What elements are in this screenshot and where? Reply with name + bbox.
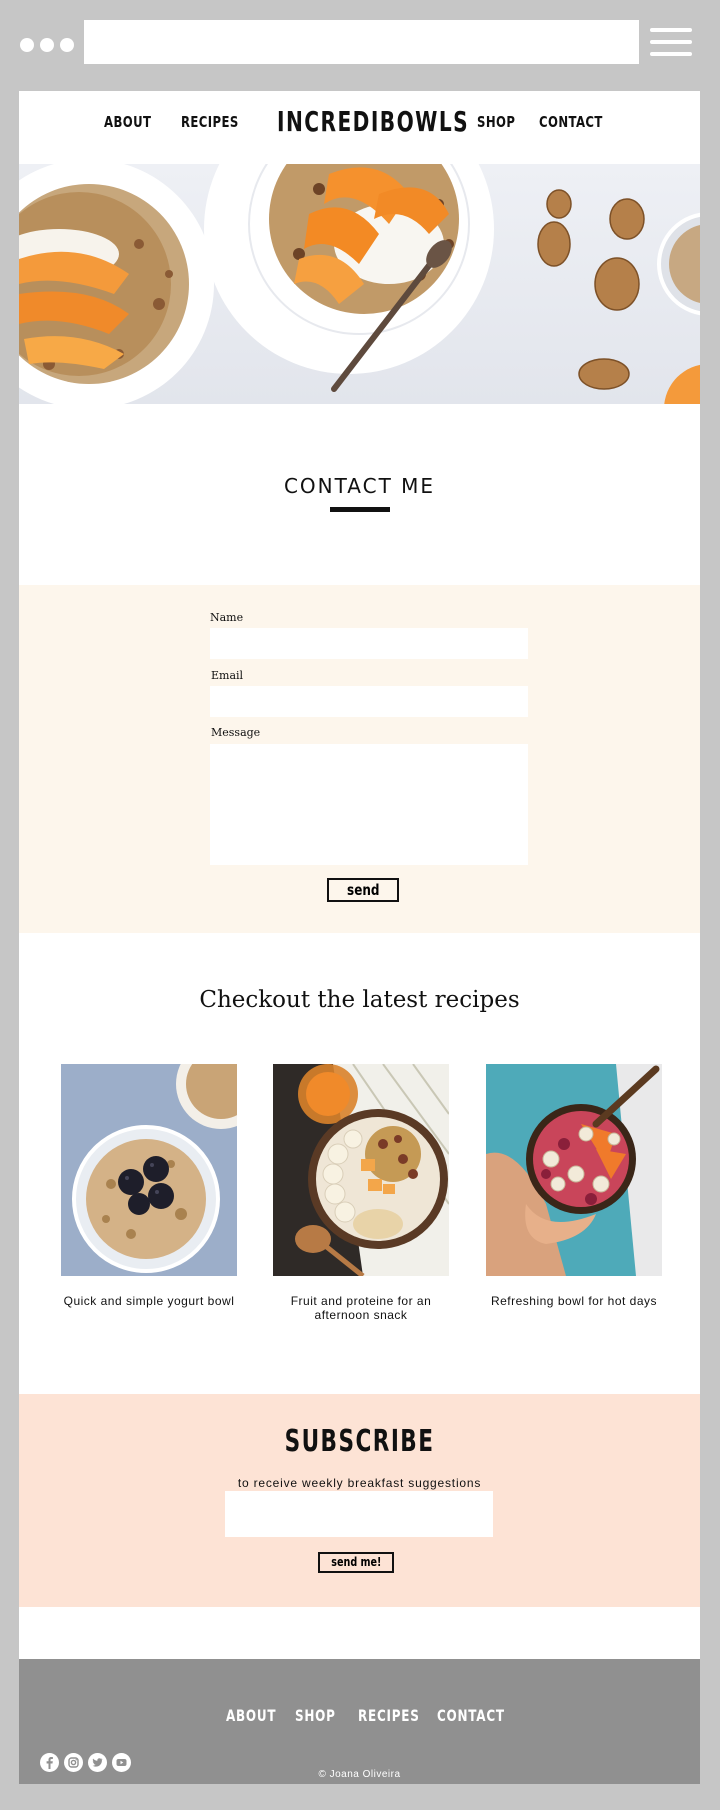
recipe-card[interactable]: Refreshing bowl for hot days [486, 1064, 662, 1308]
subscribe-title: SUBSCRIBE [284, 1424, 435, 1459]
recipe-card[interactable]: Fruit and proteine for an afternoon snac… [273, 1064, 449, 1322]
menu-icon[interactable] [650, 28, 692, 56]
window-controls [20, 38, 74, 52]
footer-about-link[interactable]: ABOUT [226, 1706, 276, 1725]
web-page: ABOUT RECIPES INCREDIBOWLS SHOP CONTACT [19, 91, 700, 1784]
recipe-caption[interactable]: Refreshing bowl for hot days [486, 1294, 662, 1308]
subscribe-section: SUBSCRIBE to receive weekly breakfast su… [19, 1394, 700, 1607]
footer-recipes-link[interactable]: RECIPES [358, 1706, 420, 1725]
recipe-card[interactable]: Quick and simple yogurt bowl [61, 1064, 237, 1308]
window-dot-icon[interactable] [60, 38, 74, 52]
nav-recipes-link[interactable]: RECIPES [181, 113, 239, 131]
window-dot-icon[interactable] [20, 38, 34, 52]
subscribe-button[interactable]: send me! [318, 1552, 394, 1573]
latest-recipes-title: Checkout the latest recipes [199, 987, 520, 1013]
send-button[interactable]: send [327, 878, 399, 902]
footer-contact-link[interactable]: CONTACT [437, 1706, 505, 1725]
nav-shop-link[interactable]: SHOP [477, 113, 515, 131]
subscribe-email-field[interactable] [225, 1491, 493, 1537]
message-field[interactable] [210, 744, 528, 865]
footer: ABOUT SHOP RECIPES CONTACT © Joana Olive… [19, 1659, 700, 1784]
contact-form: Name Email Message send [19, 585, 700, 933]
email-label: Email [211, 669, 244, 682]
fruit-bowl-photo-icon[interactable] [273, 1064, 449, 1276]
message-label: Message [211, 726, 261, 739]
smoothie-bowl-photo-icon[interactable] [486, 1064, 662, 1276]
subscribe-button-label: send me! [330, 1555, 382, 1569]
name-field[interactable] [210, 628, 528, 659]
granola-bowls-photo-icon [19, 164, 700, 404]
copyright-text: © Joana Oliveira [318, 1769, 401, 1780]
nav-about-link[interactable]: ABOUT [104, 113, 151, 131]
send-button-label: send [346, 881, 380, 899]
hero-image [19, 164, 700, 404]
brand-logo[interactable]: INCREDIBOWLS [277, 105, 469, 138]
contact-title: CONTACT ME [283, 474, 436, 498]
window-dot-icon[interactable] [40, 38, 54, 52]
navbar: ABOUT RECIPES INCREDIBOWLS SHOP CONTACT [19, 91, 700, 164]
recipe-caption[interactable]: Quick and simple yogurt bowl [61, 1294, 237, 1308]
subscribe-text: to receive weekly breakfast suggestions [237, 1476, 482, 1490]
footer-shop-link[interactable]: SHOP [295, 1706, 336, 1725]
name-label: Name [210, 611, 244, 624]
nav-contact-link[interactable]: CONTACT [539, 113, 603, 131]
address-bar[interactable] [84, 20, 639, 64]
recipe-caption[interactable]: Fruit and proteine for an afternoon snac… [273, 1294, 449, 1322]
title-underline [330, 507, 390, 512]
yogurt-bowl-photo-icon[interactable] [61, 1064, 237, 1276]
email-field[interactable] [210, 686, 528, 717]
